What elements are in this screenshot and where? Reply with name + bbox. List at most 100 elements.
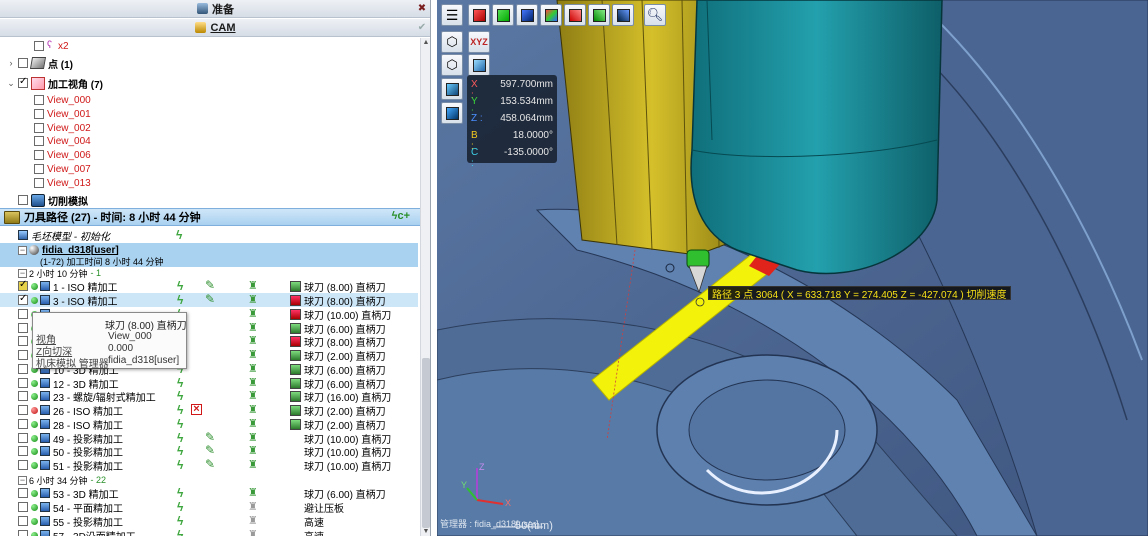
collapse-icon[interactable]: −: [18, 268, 27, 278]
operation-row[interactable]: 26 - ISO 精加工 ϟ × ♜ 球刀 (2.00) 直柄刀: [0, 403, 418, 418]
tool-icon[interactable]: ♜: [248, 458, 258, 471]
regenerate-icon[interactable]: ϟ: [177, 444, 183, 458]
checkbox[interactable]: [18, 350, 28, 360]
edit-icon[interactable]: ✎: [205, 430, 215, 444]
regenerate-icon[interactable]: ϟ: [177, 403, 183, 417]
tool-icon[interactable]: ♜: [248, 417, 258, 430]
tree-item-x2[interactable]: ʕ x2: [34, 39, 69, 53]
tool-icon[interactable]: ♜: [248, 486, 258, 499]
checkbox[interactable]: [18, 58, 28, 68]
checkbox[interactable]: [34, 41, 44, 51]
expand-icon[interactable]: ›: [6, 58, 16, 68]
tool-icon[interactable]: ♜: [248, 307, 258, 320]
scroll-up-icon[interactable]: ▲: [422, 39, 430, 46]
checkbox[interactable]: [18, 530, 28, 536]
tree-item-views-folder[interactable]: ⌄ 加工视角 (7): [6, 76, 103, 91]
shaded-wire-button[interactable]: ⬡: [441, 54, 463, 76]
tool-icon[interactable]: ♜: [248, 528, 258, 536]
tool-icon[interactable]: ♜: [248, 293, 258, 306]
wireframe-cube-button[interactable]: ⬡: [441, 31, 463, 53]
check-icon[interactable]: ✔: [415, 21, 429, 34]
edit-icon[interactable]: ✎: [205, 443, 215, 457]
checkbox[interactable]: [18, 488, 28, 498]
edit-icon[interactable]: ✎: [205, 278, 215, 292]
regenerate-icon[interactable]: ϟ: [177, 279, 183, 293]
regenerate-icon[interactable]: ϟ: [177, 431, 183, 445]
operation-row[interactable]: 53 - 3D 精加工 ϟ ♜ 球刀 (6.00) 直柄刀: [0, 486, 418, 501]
tool-icon[interactable]: ♜: [248, 348, 258, 361]
operation-row[interactable]: 28 - ISO 精加工 ϟ ♜ 球刀 (2.00) 直柄刀: [0, 417, 418, 432]
shaded-button[interactable]: [441, 78, 463, 100]
tree-item-view[interactable]: View_000: [34, 93, 91, 107]
tool-icon[interactable]: ♜: [248, 376, 258, 389]
checkbox[interactable]: [18, 502, 28, 512]
view-left-button[interactable]: [588, 4, 610, 26]
machine-row[interactable]: − fidia_d318[user] (1-72) 加工时间 8 小时 44 分…: [0, 243, 418, 267]
tool-icon[interactable]: ♜: [248, 389, 258, 402]
checkbox[interactable]: [18, 516, 28, 526]
simulation-mode-button[interactable]: [468, 54, 490, 76]
checkbox[interactable]: [18, 419, 28, 429]
tool-icon[interactable]: ♜: [248, 334, 258, 347]
regenerate-icon[interactable]: ϟ: [177, 293, 183, 307]
checkbox[interactable]: [18, 195, 28, 205]
tool-icon[interactable]: ♜: [248, 444, 258, 457]
checkbox[interactable]: [18, 433, 28, 443]
checkbox[interactable]: [18, 279, 28, 291]
cam-section-header[interactable]: CAM ✔: [0, 19, 430, 37]
regenerate-icon[interactable]: ϟ: [177, 500, 183, 514]
3d-viewport[interactable]: Z X Y ☰ 🔍︎ ⬡ XYZ ⬡ X : 597.700mm Y : 153.53…: [437, 0, 1148, 536]
checkbox[interactable]: [18, 446, 28, 456]
stock-model-item[interactable]: 毛坯模型 - 初始化 ϟ: [18, 228, 182, 243]
tree-item-cut-sim[interactable]: 切削模拟: [18, 193, 88, 208]
close-icon[interactable]: ✖: [415, 2, 429, 15]
edit-icon[interactable]: ✎: [205, 457, 215, 471]
tree-item-view[interactable]: View_006: [34, 148, 91, 162]
scroll-down-icon[interactable]: ▼: [422, 528, 430, 535]
view-bottom-button[interactable]: [612, 4, 634, 26]
tool-icon[interactable]: ♜: [248, 431, 258, 444]
checkbox[interactable]: [18, 391, 28, 401]
checkbox[interactable]: [34, 164, 44, 174]
checkbox[interactable]: [34, 95, 44, 105]
checkbox[interactable]: [34, 109, 44, 119]
tree-item-points[interactable]: › 点 (1): [6, 56, 73, 71]
tree-item-view[interactable]: View_002: [34, 121, 91, 135]
view-iso-button[interactable]: [540, 4, 562, 26]
tool-icon[interactable]: ♜: [248, 403, 258, 416]
tree-item-view[interactable]: View_004: [34, 134, 91, 148]
collapse-icon[interactable]: ⌄: [6, 78, 16, 89]
regenerate-icon[interactable]: ϟ: [177, 376, 183, 390]
operation-row[interactable]: 57 - 3D沿面精加工 ϟ ♜ 高速: [0, 528, 418, 536]
operation-row[interactable]: 1 - ISO 精加工 ϟ ✎ ♜ 球刀 (8.00) 直柄刀: [0, 278, 418, 294]
regenerate-icon[interactable]: ϟ: [177, 486, 183, 500]
menu-button[interactable]: ☰: [441, 4, 463, 26]
view-back-button[interactable]: [564, 4, 586, 26]
prep-section-header[interactable]: 准备 ✖: [0, 0, 430, 18]
shaded-edges-button[interactable]: [441, 102, 463, 124]
scrollbar-thumb[interactable]: [422, 358, 430, 528]
checkbox[interactable]: [18, 293, 28, 305]
toolpaths-header[interactable]: 刀具路径 (27) - 时间: 8 小时 44 分钟 ϟc+: [0, 208, 420, 226]
add-toolpath-icon[interactable]: ϟc+: [392, 210, 410, 222]
operation-row[interactable]: 50 - 投影精加工 ϟ ✎ ♜ 球刀 (10.00) 直柄刀: [0, 443, 418, 459]
operation-row[interactable]: 23 - 螺旋/辐射式精加工 ϟ ♜ 球刀 (16.00) 直柄刀: [0, 389, 418, 404]
tool-icon[interactable]: ♜: [248, 279, 258, 292]
operation-row[interactable]: 54 - 平面精加工 ϟ ♜ 避让压板: [0, 500, 418, 515]
tree-item-view[interactable]: View_007: [34, 162, 91, 176]
checkbox[interactable]: [18, 309, 28, 319]
view-top-button[interactable]: [516, 4, 538, 26]
regenerate-icon[interactable]: ϟ: [177, 417, 183, 431]
tool-icon[interactable]: ♜: [248, 321, 258, 334]
operation-row[interactable]: 55 - 投影精加工 ϟ ♜ 高速: [0, 514, 418, 529]
collapse-icon[interactable]: −: [18, 245, 27, 255]
tree-item-view[interactable]: View_013: [34, 176, 91, 190]
tool-icon[interactable]: ♜: [248, 514, 258, 527]
view-front-button[interactable]: [468, 4, 490, 26]
regen-icon[interactable]: ϟ: [176, 228, 182, 242]
tree-item-view[interactable]: View_001: [34, 107, 91, 121]
checkbox[interactable]: [18, 76, 28, 88]
regenerate-icon[interactable]: ϟ: [177, 514, 183, 528]
checkbox[interactable]: [34, 123, 44, 133]
regenerate-icon[interactable]: ϟ: [177, 458, 183, 472]
